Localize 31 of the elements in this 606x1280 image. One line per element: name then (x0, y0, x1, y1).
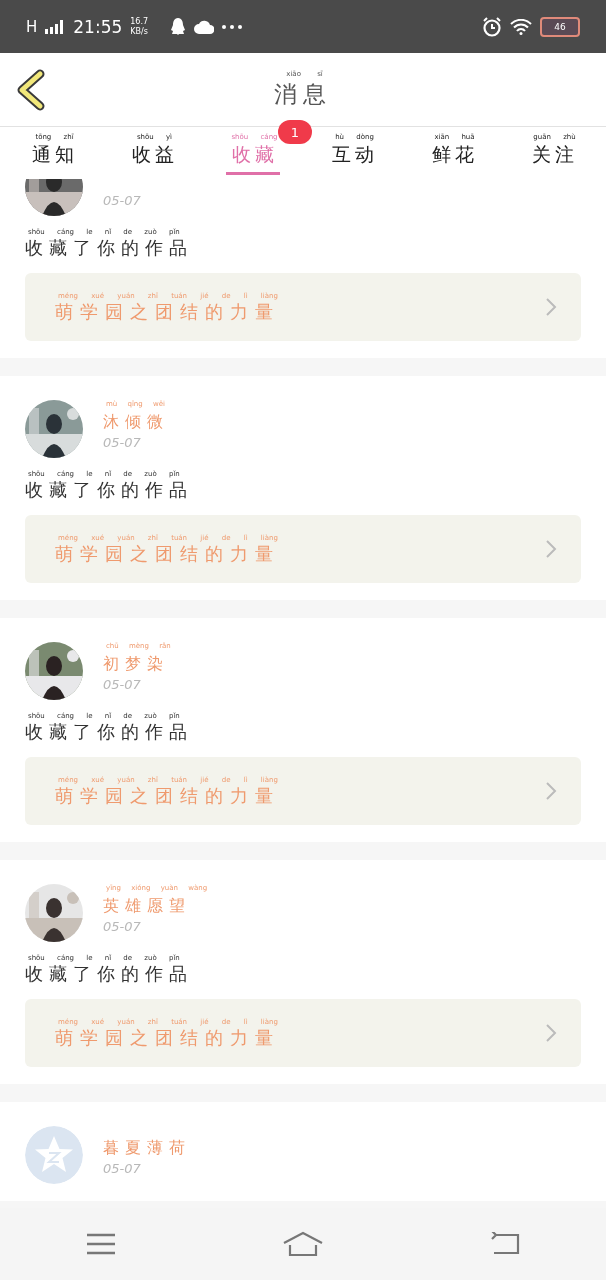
message-date: 05-07 (103, 1161, 142, 1176)
message-text: 收藏了你的作品 (25, 721, 193, 743)
message-date: 05-07 (103, 435, 142, 450)
message-date: 05-07 (103, 919, 142, 934)
message-date: 05-07 (103, 193, 141, 208)
user-name: 英雄愿望 (103, 896, 192, 916)
message-text: 收藏了你的作品 (25, 479, 193, 501)
chevron-right-icon (545, 781, 557, 801)
chevron-right-icon (545, 297, 557, 317)
page-title: 消息 (274, 79, 332, 109)
chevron-right-icon (545, 1023, 557, 1043)
alarm-icon (482, 16, 502, 37)
network-speed: 16.7 KB/s (130, 16, 149, 37)
user-name: 暮夏薄荷 (103, 1138, 191, 1158)
home-button[interactable] (283, 1229, 323, 1259)
chevron-right-icon (545, 539, 557, 559)
more-icon (222, 24, 243, 29)
user-name: 初梦染 (103, 654, 170, 674)
penguin-icon (170, 17, 187, 36)
signal-icon (45, 19, 66, 34)
network-type: H (26, 17, 38, 36)
message-date: 05-07 (103, 677, 142, 692)
count-badge: 1 (278, 120, 312, 144)
wifi-icon (510, 18, 532, 35)
clock: 21:55 (73, 16, 123, 37)
message-text: 收藏了你的作品 (25, 237, 193, 259)
battery-level: 46 (540, 16, 580, 37)
cloud-icon (194, 19, 215, 34)
user-name: 沐倾微 (103, 412, 169, 432)
message-text: 收藏了你的作品 (25, 963, 193, 985)
avatar-placeholder-icon (25, 1126, 83, 1184)
